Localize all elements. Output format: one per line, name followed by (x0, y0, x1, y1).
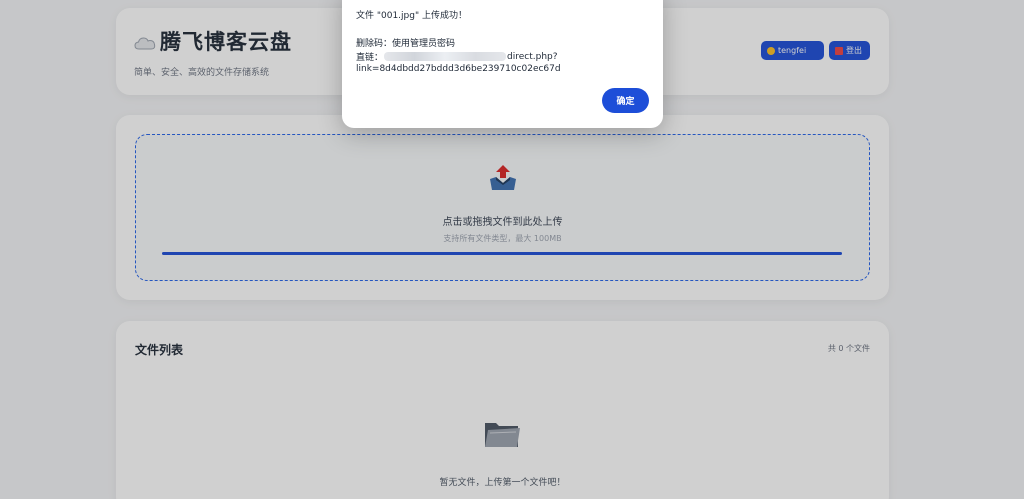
upload-success-dialog: 文件 "001.jpg" 上传成功！ 删除码：使用管理员密码 直链： direc… (342, 0, 663, 128)
page: 腾飞博客云盘 简单、安全、高效的文件存储系统 tengfei 登出 点击或拖拽文… (0, 0, 1024, 499)
direct-link-label: 直链： (356, 53, 384, 63)
dialog-direct-link: 直链： direct.php? (356, 50, 558, 64)
dialog-delete-code: 删除码：使用管理员密码 (356, 39, 456, 49)
dialog-link-query: link=8d4dbdd27bddd3d6be239710c02ec67d (356, 64, 561, 74)
confirm-button[interactable]: 确定 (602, 88, 649, 113)
dialog-success-message: 文件 "001.jpg" 上传成功！ (356, 11, 467, 21)
redacted-url (384, 52, 507, 61)
direct-link-suffix: direct.php? (507, 51, 558, 62)
